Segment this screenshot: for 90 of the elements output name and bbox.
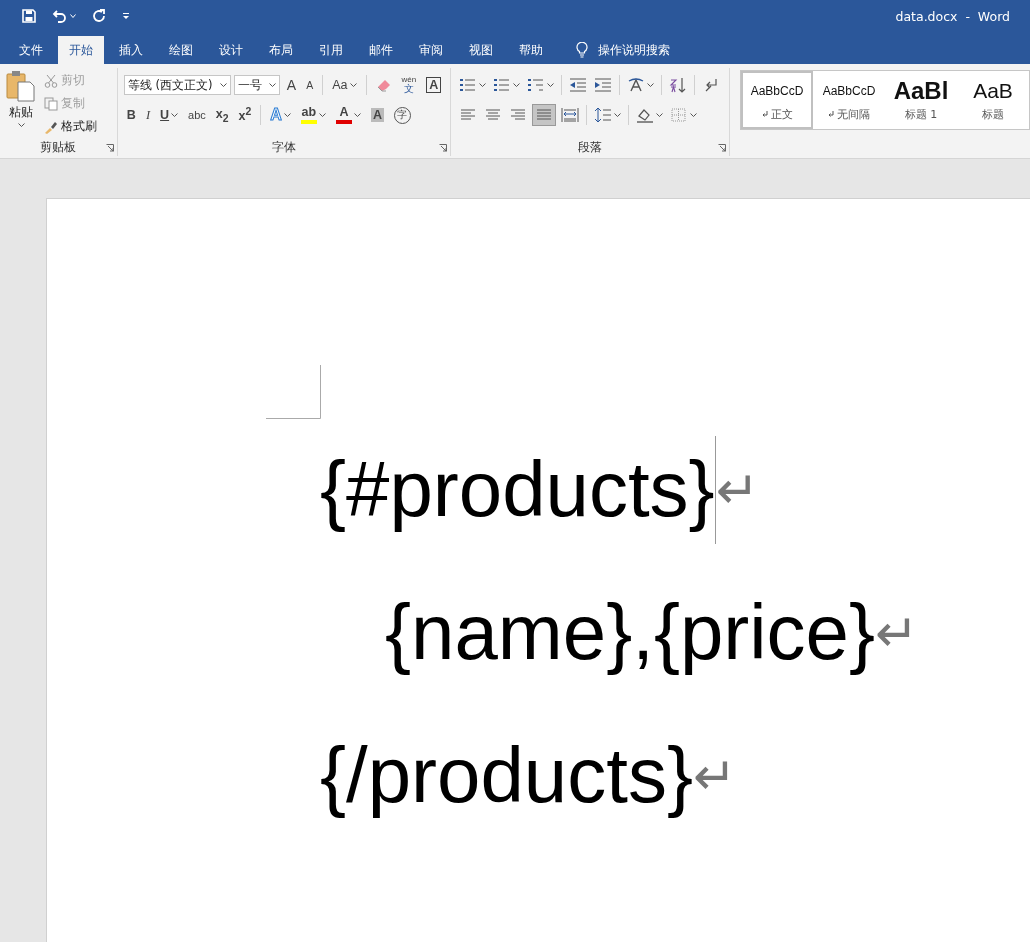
italic-button[interactable]: I <box>142 104 154 126</box>
style-preview: AaBl <box>893 78 949 103</box>
paint-bucket-icon <box>636 107 655 123</box>
style-name: 无间隔 <box>828 106 870 122</box>
bold-button[interactable]: B <box>123 104 139 126</box>
character-shading-button[interactable]: A <box>367 104 387 126</box>
paragraph-mark-icon <box>761 110 768 118</box>
text-direction-icon <box>627 77 646 93</box>
indent-icon <box>594 77 613 93</box>
margin-corner-mark <box>266 365 321 419</box>
change-case-button[interactable]: Aa <box>329 74 360 96</box>
dropdown-icon <box>122 12 130 20</box>
save-icon <box>22 9 36 23</box>
style-item[interactable]: AaB 标题 <box>957 71 1029 129</box>
numbered-list-icon <box>493 77 512 93</box>
ribbon-tab[interactable]: 设计 <box>208 36 254 64</box>
eraser-icon <box>375 77 392 93</box>
ribbon-tab[interactable]: 插入 <box>108 36 154 64</box>
ribbon-tab[interactable]: 文件 <box>8 36 54 64</box>
script-button[interactable]: x$_{2}$ <box>212 104 232 126</box>
strikethrough-button[interactable]: abc <box>185 104 209 126</box>
customize-toolbar-button[interactable] <box>120 10 132 22</box>
group-label: 字体 <box>272 139 297 155</box>
font-color-button[interactable]: A <box>332 104 364 126</box>
multilevel-list-icon <box>527 77 546 93</box>
highlight-button[interactable]: ab <box>297 104 329 126</box>
ribbon-tab[interactable]: 帮助 <box>508 36 554 64</box>
font-size-dropdown[interactable]: 一号 <box>233 75 280 95</box>
document-paragraph: {/products} <box>320 730 693 821</box>
align-right-icon <box>509 107 528 123</box>
style-item[interactable]: AaBbCcD 正文 <box>741 71 813 129</box>
sort-icon <box>669 77 688 93</box>
paragraph-mark: ↵ <box>875 602 919 663</box>
caret-icon <box>17 123 25 127</box>
style-preview: AaBbCcD <box>822 82 876 100</box>
caret-icon <box>219 83 227 87</box>
style-name: 标题 1 <box>904 106 938 122</box>
ribbon-tab[interactable]: 引用 <box>308 36 354 64</box>
copy-icon <box>44 96 58 111</box>
distribute-icon <box>561 107 580 123</box>
clipboard-icon <box>6 70 36 102</box>
underline-button[interactable]: U <box>157 104 182 126</box>
redo-button[interactable] <box>90 7 108 25</box>
scissors-icon <box>44 73 58 88</box>
ribbon-tab[interactable]: 绘图 <box>158 36 204 64</box>
style-item[interactable]: AaBl 标题 1 <box>885 71 957 129</box>
style-preview: AaB <box>973 78 1013 103</box>
save-button[interactable] <box>20 7 38 25</box>
ribbon-tab[interactable]: 视图 <box>458 36 504 64</box>
shrink-font-button[interactable]: A <box>303 74 317 96</box>
line-spacing-icon <box>594 107 613 123</box>
dialog-launcher-icon[interactable] <box>718 144 726 152</box>
dialog-launcher-icon[interactable] <box>439 144 448 152</box>
script-button[interactable]: x$^{2}$ <box>235 104 255 126</box>
justify-icon <box>535 107 554 123</box>
paragraph-mark-icon <box>828 110 834 118</box>
group-label: 剪贴板 <box>40 140 77 155</box>
align-left-icon <box>459 107 478 123</box>
paste-button[interactable]: 粘贴 <box>4 70 38 137</box>
format-painter-button[interactable]: 格式刷 <box>44 116 97 137</box>
lightbulb-icon <box>576 42 588 58</box>
caret-icon <box>268 83 276 87</box>
ribbon-tab[interactable]: 开始 <box>58 36 104 64</box>
paragraph-mark: ↵ <box>715 459 760 520</box>
phonetic-guide-button[interactable]: wén 文 <box>398 74 420 96</box>
document-paragraph: {#products} <box>320 444 715 535</box>
bullet-list-icon <box>459 77 478 93</box>
undo-button[interactable] <box>50 7 78 25</box>
align-center-icon <box>484 107 503 123</box>
ribbon-tab[interactable]: 布局 <box>258 36 304 64</box>
redo-icon <box>92 9 106 23</box>
paragraph-mark: ↵ <box>692 745 737 806</box>
paintbrush-icon <box>44 119 58 134</box>
grow-font-button[interactable]: A <box>283 74 300 96</box>
style-item[interactable]: AaBbCcD 无间隔 <box>813 71 885 129</box>
style-preview: AaBbCcD <box>750 82 804 100</box>
borders-icon <box>670 107 689 123</box>
outdent-icon <box>569 77 588 93</box>
window-title: data.docx - Word <box>895 8 1010 24</box>
group-label: 段落 <box>578 139 603 155</box>
tell-me-search-field[interactable]: 操作说明搜索 <box>596 42 700 58</box>
style-name: 正文 <box>761 106 793 122</box>
ribbon-tab[interactable]: 审阅 <box>408 36 454 64</box>
justify-button[interactable] <box>532 104 557 126</box>
font-name-dropdown[interactable]: 等线 (西文正文) <box>123 75 231 95</box>
dialog-launcher-icon[interactable] <box>105 144 114 152</box>
ribbon-tab[interactable]: 邮件 <box>358 36 404 64</box>
document-paragraph: {name},{price} <box>385 587 876 678</box>
style-name: 标题 <box>982 106 1004 122</box>
undo-icon <box>52 9 67 23</box>
